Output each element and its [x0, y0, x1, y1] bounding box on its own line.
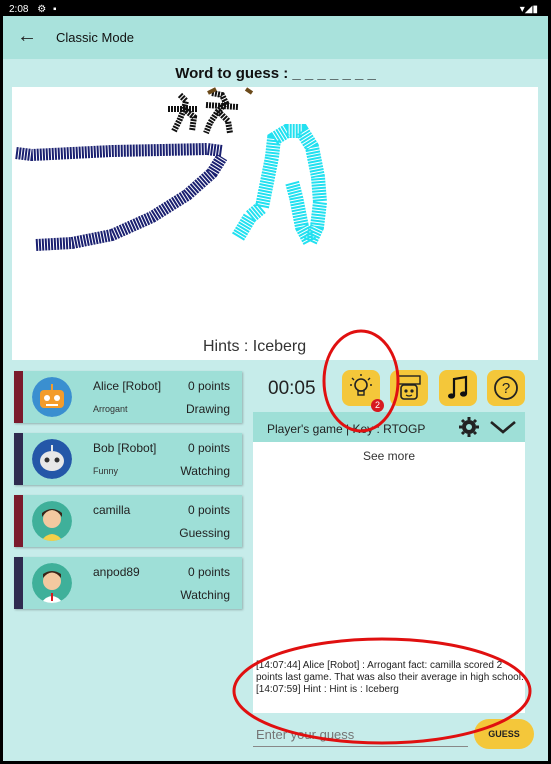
help-icon: ? — [494, 376, 518, 400]
guess-button[interactable]: GUESS — [474, 719, 534, 749]
stroke-brown — [207, 87, 254, 95]
word-to-guess: Word to guess : _ _ _ _ _ _ _ — [175, 65, 376, 82]
timer: 00:05 — [268, 378, 316, 399]
status-bar: 2:08 ⚙ ▪ ▾◢▮ — [3, 3, 548, 16]
status-time: 2:08 — [9, 4, 29, 15]
player-points: 0 points — [187, 379, 230, 393]
svg-text:?: ? — [502, 380, 510, 397]
drawing-strokes — [15, 87, 328, 258]
stroke-figure-1 — [168, 92, 198, 133]
settings-icon: ⚙ — [37, 4, 47, 15]
robot-icon — [397, 375, 421, 400]
chat-messages: [14:07:44] Alice [Robot] : Arrogant fact… — [256, 660, 524, 696]
music-icon — [448, 375, 468, 399]
chat-panel: See more [14:07:44] Alice [Robot] : Arro… — [253, 442, 525, 713]
player-points: 0 points — [187, 441, 230, 455]
robot-button[interactable] — [390, 370, 428, 406]
game-bar: Player's game | Key : RTOGP — [253, 412, 525, 442]
app-bar: ← Classic Mode — [3, 16, 548, 59]
player-card[interactable]: anpod89 0 points Watching — [14, 557, 242, 609]
robot-orange-avatar-icon — [32, 377, 72, 417]
player-trait: Arrogant — [93, 404, 128, 414]
player-card[interactable]: camilla 0 points Guessing — [14, 495, 242, 547]
chat-message: [14:07:59] Hint : Hint is : Iceberg — [256, 684, 399, 695]
guess-input[interactable] — [253, 723, 468, 747]
robot-blue-avatar-icon — [32, 439, 72, 479]
player-name: anpod89 — [93, 565, 140, 579]
players-list: Alice [Robot] 0 points Arrogant Drawing … — [14, 371, 242, 619]
player-card[interactable]: Alice [Robot] 0 points Arrogant Drawing — [14, 371, 242, 423]
player-status: Watching — [180, 464, 230, 478]
player-points: 0 points — [187, 565, 230, 579]
player-name: Bob [Robot] — [93, 441, 157, 455]
player-name: Alice [Robot] — [93, 379, 162, 393]
stroke-cyan — [231, 124, 328, 258]
player-status: Watching — [180, 588, 230, 602]
gear-icon[interactable] — [458, 416, 480, 438]
player-name: camilla — [93, 503, 131, 517]
player-trait: Funny — [93, 466, 119, 476]
music-button[interactable] — [439, 370, 477, 406]
player-status: Guessing — [179, 526, 230, 540]
app-title: Classic Mode — [56, 30, 135, 45]
stroke-figure-2 — [203, 90, 239, 135]
player-points: 0 points — [187, 503, 230, 517]
game-key-label: Player's game | Key : RTOGP — [267, 422, 426, 436]
player-card[interactable]: Bob [Robot] 0 points Funny Watching — [14, 433, 242, 485]
back-arrow-icon[interactable]: ← — [17, 25, 37, 48]
help-button[interactable]: ? — [487, 370, 525, 406]
see-more-link[interactable]: See more — [253, 449, 525, 463]
girl-avatar-icon — [32, 501, 72, 541]
stroke-blue-2 — [35, 153, 228, 251]
player-status: Drawing — [185, 402, 230, 416]
hints-label: Hints : Iceberg — [203, 338, 307, 355]
stroke-blue-1 — [15, 142, 223, 162]
hint-count-badge: 2 — [371, 399, 384, 412]
drawing-canvas[interactable] — [12, 87, 538, 360]
boy-avatar-icon — [32, 563, 72, 603]
game-screen: 2:08 ⚙ ▪ ▾◢▮ ← Classic Mode Word to gues… — [3, 3, 548, 761]
sim-icon: ▪ — [53, 4, 57, 15]
chat-message: [14:07:44] Alice [Robot] : Arrogant fact… — [256, 660, 524, 683]
chevron-down-icon[interactable] — [489, 418, 517, 436]
wifi-battery-icons: ▾◢▮ — [519, 4, 538, 15]
